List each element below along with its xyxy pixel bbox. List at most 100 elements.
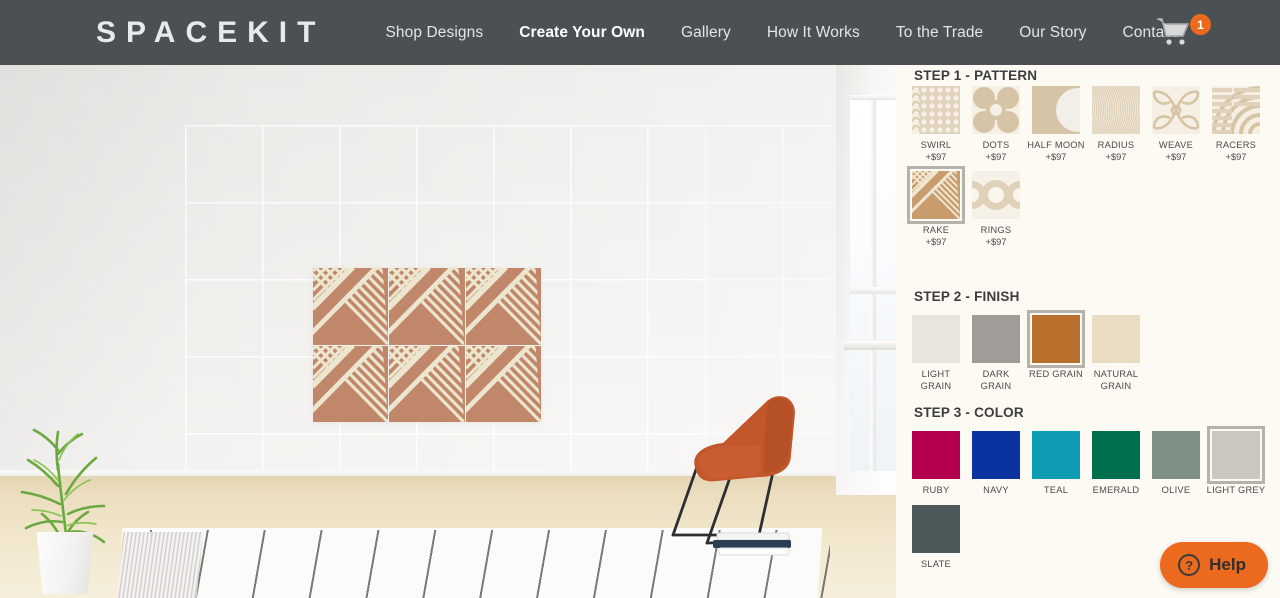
pattern-half-moon-label: HALF MOON (1027, 140, 1085, 150)
pattern-rings-label: RINGS (980, 225, 1012, 235)
top-navigation-bar: SPACEKIT Shop Designs Create Your Own Ga… (0, 0, 1280, 65)
pattern-dots-label: DOTS (982, 140, 1010, 150)
nav-link-how-it-works[interactable]: How It Works (749, 24, 878, 42)
pattern-row: RAKE +$97 RINGS +$97 (906, 166, 1278, 248)
wall-tile[interactable] (465, 345, 541, 422)
pattern-swirl-price: +$97 (925, 151, 947, 162)
pattern-radius-label: RADIUS (1097, 140, 1135, 150)
finish-red-grain-label: RED GRAIN (1029, 369, 1083, 379)
wall-tile[interactable] (389, 345, 465, 422)
pattern-swirl[interactable]: SWIRL +$97 (906, 86, 966, 163)
pattern-radius-swatch[interactable] (1092, 86, 1140, 134)
finish-row: LIGHT GRAIN DARK GRAIN RED GRAIN NATURAL GR… (906, 310, 1278, 392)
pattern-weave-label: WEAVE (1158, 140, 1194, 150)
pattern-racers[interactable]: RACERS +$97 (1206, 86, 1266, 163)
pattern-radius-price: +$97 (1105, 151, 1127, 162)
pattern-row: SWIRL +$97 DOTS +$97 HALF MOON +$97 RADIUS +$97… (906, 86, 1278, 163)
brand-logo[interactable]: SPACEKIT (96, 17, 325, 48)
cart-badge: 1 (1190, 14, 1211, 35)
pattern-rake-price: +$97 (925, 236, 947, 247)
pattern-racers-swatch[interactable] (1212, 86, 1260, 134)
color-teal[interactable]: TEAL (1026, 431, 1086, 497)
pattern-rake[interactable]: RAKE +$97 (906, 166, 966, 248)
finish-red-grain[interactable]: RED GRAIN (1026, 310, 1086, 392)
finish-natural-grain-swatch[interactable] (1092, 315, 1140, 363)
color-navy-swatch[interactable] (972, 431, 1020, 479)
color-ruby[interactable]: RUBY (906, 431, 966, 497)
pattern-dots-price: +$97 (985, 151, 1007, 162)
stacked-books (713, 532, 791, 556)
pattern-rake-swatch[interactable] (907, 166, 965, 224)
pattern-dots[interactable]: DOTS +$97 (966, 86, 1026, 163)
color-light-grey-swatch[interactable] (1207, 426, 1265, 484)
pattern-half-moon-swatch[interactable] (1032, 86, 1080, 134)
color-row: RUBY NAVY TEAL EMERALD OLIVE LIGHT GREY (906, 426, 1278, 497)
color-emerald[interactable]: EMERALD (1086, 431, 1146, 497)
cart-button[interactable]: 1 (1156, 14, 1218, 52)
nav-link-gallery[interactable]: Gallery (663, 24, 749, 42)
finish-natural-grain[interactable]: NATURAL GRAIN (1086, 315, 1146, 392)
step1-title: STEP 1 - PATTERN (914, 68, 1038, 83)
pattern-half-moon[interactable]: HALF MOON +$97 (1026, 86, 1086, 163)
nav-link-our-story[interactable]: Our Story (1001, 24, 1104, 42)
finish-light-grain-swatch[interactable] (912, 315, 960, 363)
wall-tile[interactable] (465, 268, 541, 345)
color-olive[interactable]: OLIVE (1146, 431, 1206, 497)
finish-red-grain-swatch[interactable] (1027, 310, 1085, 368)
finish-light-grain[interactable]: LIGHT GRAIN (906, 315, 966, 392)
finish-light-grain-label: LIGHT GRAIN (920, 369, 952, 391)
pattern-half-moon-price: +$97 (1045, 151, 1067, 162)
pattern-weave-swatch[interactable] (1152, 86, 1200, 134)
step3-title: STEP 3 - COLOR (914, 405, 1024, 420)
color-emerald-swatch[interactable] (1092, 431, 1140, 479)
pattern-rings-swatch[interactable] (972, 171, 1020, 219)
color-light-grey[interactable]: LIGHT GREY (1206, 426, 1266, 497)
color-olive-label: OLIVE (1161, 485, 1191, 495)
color-slate[interactable]: SLATE (906, 504, 966, 571)
plant-pot (36, 532, 94, 594)
lounge-chair (655, 385, 840, 570)
color-emerald-label: EMERALD (1092, 485, 1140, 495)
potted-plant (12, 394, 152, 594)
finish-natural-grain-label: NATURAL GRAIN (1093, 369, 1139, 391)
help-button[interactable]: ? Help (1160, 542, 1268, 588)
finish-dark-grain[interactable]: DARK GRAIN (966, 315, 1026, 392)
shopping-cart-icon (1156, 17, 1192, 52)
color-olive-swatch[interactable] (1152, 431, 1200, 479)
pattern-dots-swatch[interactable] (972, 86, 1020, 134)
color-ruby-label: RUBY (922, 485, 950, 495)
color-light-grey-label: LIGHT GREY (1206, 485, 1266, 495)
finish-dark-grain-swatch[interactable] (972, 315, 1020, 363)
nav-link-shop-designs[interactable]: Shop Designs (367, 24, 501, 42)
pattern-swirl-label: SWIRL (920, 140, 952, 150)
finish-swatch-group: LIGHT GRAIN DARK GRAIN RED GRAIN NATURAL GR… (906, 307, 1278, 392)
nav-link-create-your-own[interactable]: Create Your Own (501, 24, 663, 42)
wall-tile[interactable] (389, 268, 465, 345)
color-teal-label: TEAL (1043, 485, 1069, 495)
color-slate-swatch[interactable] (912, 504, 960, 553)
nav-link-to-the-trade[interactable]: To the Trade (878, 24, 1001, 42)
pattern-rake-label: RAKE (922, 225, 950, 235)
finish-dark-grain-label: DARK GRAIN (980, 369, 1012, 391)
pattern-racers-label: RACERS (1215, 140, 1257, 150)
room-preview-scene[interactable] (0, 65, 896, 598)
pattern-swirl-swatch[interactable] (912, 86, 960, 134)
help-button-label: Help (1209, 555, 1246, 574)
color-navy[interactable]: NAVY (966, 431, 1026, 497)
pattern-weave[interactable]: WEAVE +$97 (1146, 86, 1206, 163)
color-ruby-swatch[interactable] (912, 431, 960, 479)
pattern-radius[interactable]: RADIUS +$97 (1086, 86, 1146, 163)
pattern-rings[interactable]: RINGS +$97 (966, 171, 1026, 248)
color-navy-label: NAVY (983, 485, 1009, 495)
wall-tile[interactable] (313, 345, 389, 422)
tile-design-block[interactable] (313, 268, 541, 422)
step2-title: STEP 2 - FINISH (914, 289, 1020, 304)
pattern-swatch-group: SWIRL +$97 DOTS +$97 HALF MOON +$97 RADIUS +$97… (906, 86, 1278, 248)
configurator-panel: STEP 1 - PATTERN SWIRL +$97 DOTS +$97 HALF M… (896, 65, 1280, 598)
pattern-rings-price: +$97 (985, 236, 1007, 247)
pattern-weave-price: +$97 (1165, 151, 1187, 162)
pattern-racers-price: +$97 (1225, 151, 1247, 162)
color-slate-label: SLATE (920, 558, 951, 569)
color-teal-swatch[interactable] (1032, 431, 1080, 479)
wall-tile[interactable] (313, 268, 389, 345)
